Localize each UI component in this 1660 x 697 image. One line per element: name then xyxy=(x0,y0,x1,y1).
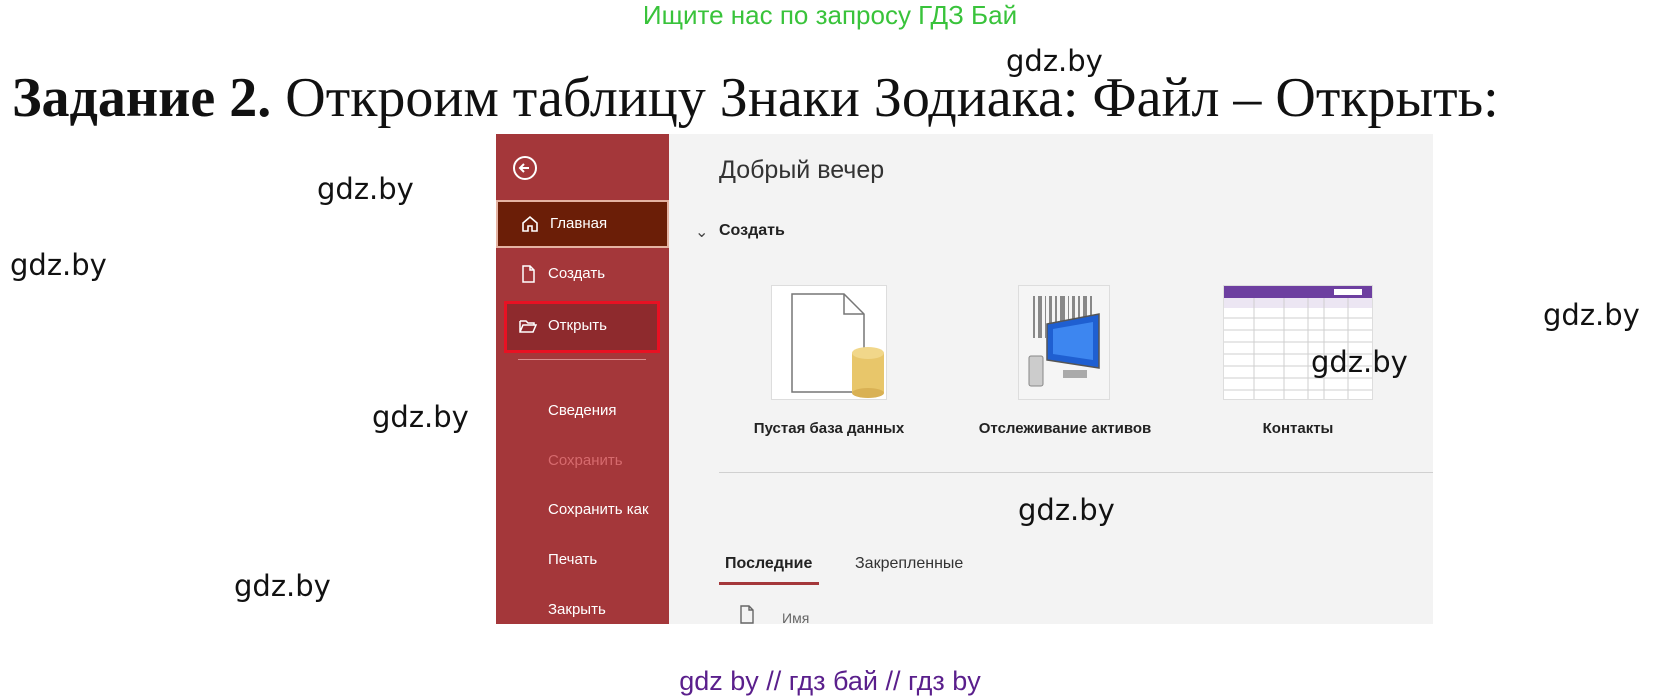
asset-tracking-icon xyxy=(1019,286,1109,399)
template-asset-tracking[interactable] xyxy=(1018,285,1110,400)
file-sidebar: Главная Создать Открыть Сведения Сохрани… xyxy=(496,134,669,624)
file-icon xyxy=(740,605,754,624)
watermark: gdz.by xyxy=(1311,345,1408,379)
home-icon xyxy=(522,215,538,232)
task-heading: Задание 2. Откроим таблицу Знаки Зодиака… xyxy=(12,64,1499,132)
access-screenshot: Главная Создать Открыть Сведения Сохрани… xyxy=(496,134,1433,624)
greeting-title: Добрый вечер xyxy=(719,156,885,184)
watermark: gdz.by xyxy=(1543,298,1640,332)
template-blank-db-label: Пустая база данных xyxy=(753,420,905,437)
template-asset-tracking-label: Отслеживание активов xyxy=(978,420,1152,437)
new-file-icon xyxy=(522,265,535,283)
blank-database-icon xyxy=(791,293,884,398)
create-section-title[interactable]: Создать xyxy=(719,222,785,240)
search-banner: Ищите нас по запросу ГДЗ Бай xyxy=(642,0,1018,30)
column-name-header: Имя xyxy=(782,610,810,624)
watermark: gdz.by xyxy=(372,400,469,434)
nav-save-as[interactable]: Сохранить как xyxy=(548,501,649,518)
watermark: gdz.by xyxy=(1006,44,1103,78)
watermark: gdz.by xyxy=(317,172,414,206)
watermark: gdz.by xyxy=(1018,493,1115,527)
nav-print[interactable]: Печать xyxy=(548,551,597,568)
template-contacts[interactable] xyxy=(1223,285,1373,400)
nav-home-label: Главная xyxy=(550,215,608,232)
watermark: gdz.by xyxy=(234,569,331,603)
tab-recent-underline xyxy=(719,582,819,585)
task-number: Задание 2. xyxy=(12,67,272,129)
tab-pinned[interactable]: Закрепленные xyxy=(855,555,963,573)
task-text: Откроим таблицу Знаки Зодиака: Файл – От… xyxy=(271,67,1499,129)
nav-close[interactable]: Закрыть xyxy=(548,601,606,618)
nav-home[interactable]: Главная xyxy=(496,200,669,248)
nav-save: Сохранить xyxy=(548,452,623,469)
section-divider xyxy=(719,472,1433,473)
nav-create[interactable]: Создать xyxy=(496,250,669,298)
folder-open-icon xyxy=(519,320,538,333)
tab-recent[interactable]: Последние xyxy=(725,555,812,573)
footer-watermark: gdz by // гдз бай // гдз by xyxy=(679,666,981,696)
template-blank-db[interactable] xyxy=(771,285,887,400)
contacts-table-icon xyxy=(1224,286,1372,399)
nav-open-label: Открыть xyxy=(548,317,607,334)
watermark: gdz.by xyxy=(10,248,107,282)
nav-info[interactable]: Сведения xyxy=(548,402,617,419)
back-icon[interactable] xyxy=(513,156,537,180)
nav-open[interactable]: Открыть xyxy=(496,302,669,350)
chevron-down-icon[interactable]: ⌄ xyxy=(695,222,708,242)
nav-create-label: Создать xyxy=(548,265,606,282)
template-contacts-label: Контакты xyxy=(1262,420,1334,437)
nav-divider xyxy=(518,359,646,360)
backstage-main: Добрый вечер ⌄ Создать Пустая база данны… xyxy=(669,134,1433,624)
